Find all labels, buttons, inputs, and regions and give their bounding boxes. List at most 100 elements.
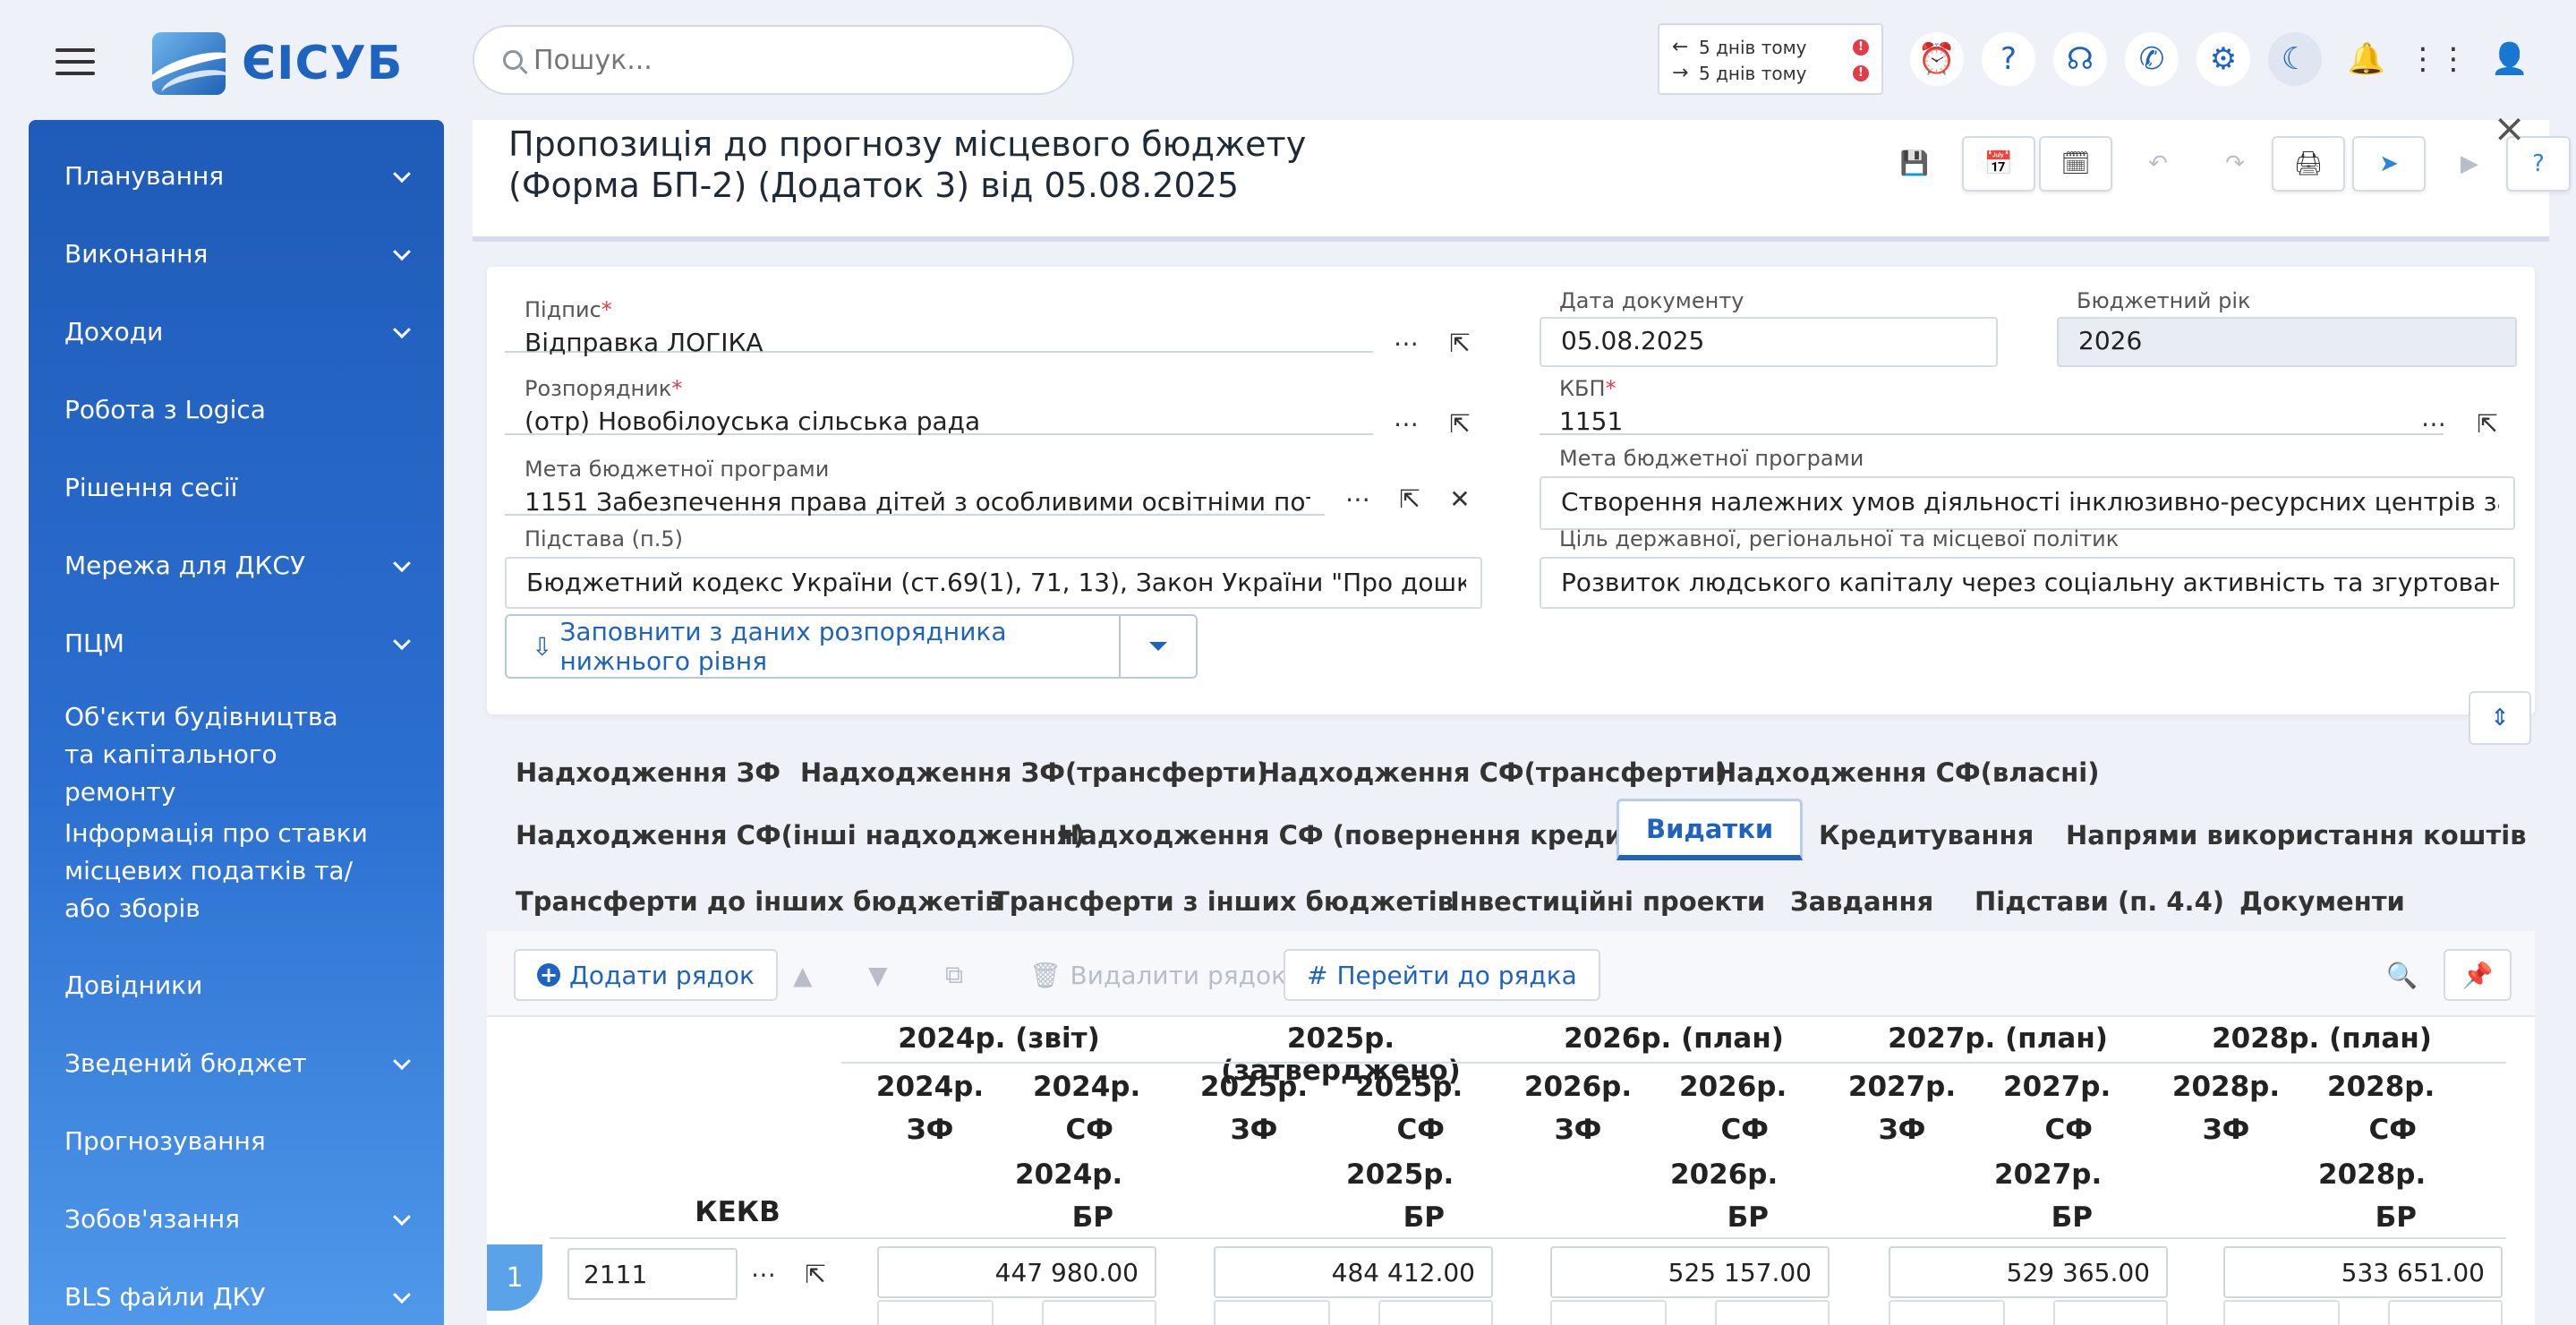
policy-goal-field[interactable]: Ціль державної, регіональної та місцевої… bbox=[1540, 526, 2515, 609]
move-down-icon[interactable]: ▼ bbox=[857, 949, 899, 1001]
phone-icon[interactable]: ✆ bbox=[2125, 32, 2179, 86]
tab-tasks[interactable]: Завдання bbox=[1790, 886, 1933, 917]
add-row-button[interactable]: + Додати рядок bbox=[514, 949, 778, 1001]
bell-icon[interactable]: 🔔 bbox=[2340, 32, 2393, 86]
sidebar-item-obligations[interactable]: Зобов'язання bbox=[29, 1201, 444, 1238]
sidebar-item-planning[interactable]: Планування bbox=[29, 158, 444, 195]
tab-basis-4-4[interactable]: Підстави (п. 4.4) bbox=[1975, 886, 2224, 917]
pin-icon[interactable]: 📌 bbox=[2444, 949, 2512, 1001]
total-2026-cell[interactable]: 525 157.00 bbox=[1550, 1246, 1830, 1298]
total-2024-cell[interactable]: 447 980.00 bbox=[877, 1246, 1156, 1298]
total-2028-cell[interactable]: 533 651.00 bbox=[2223, 1246, 2503, 1298]
sidebar-item-local-tax-rates[interactable]: Інформація про ставки місцевих податків … bbox=[29, 815, 444, 928]
copy-icon[interactable]: ⧉ bbox=[934, 949, 974, 1001]
user-icon[interactable]: 👤 bbox=[2483, 32, 2537, 86]
move-up-icon[interactable]: ▲ bbox=[782, 949, 823, 1001]
sub-cell[interactable] bbox=[1889, 1300, 2005, 1325]
tab-transfers-from[interactable]: Трансферти з інших бюджетів bbox=[992, 886, 1454, 917]
tab-fund-directions[interactable]: Напрями використання коштів bbox=[2066, 820, 2527, 851]
tab-revenue-zf[interactable]: Надходження ЗФ bbox=[516, 757, 780, 788]
sidebar-item-references[interactable]: Довідники bbox=[29, 967, 444, 1004]
tab-expenditures[interactable]: Видатки bbox=[1616, 799, 1804, 860]
manager-field[interactable]: Розпорядник* (отр) Новобілоуська сільськ… bbox=[505, 376, 1373, 436]
sidebar-item-forecasting[interactable]: Прогнозування bbox=[29, 1123, 444, 1160]
open-external-icon[interactable]: ⇱ bbox=[1386, 474, 1434, 523]
app-logo[interactable]: ЄІСУБ bbox=[152, 32, 403, 95]
alarm-clock-icon[interactable]: ⏰ bbox=[1910, 32, 1964, 86]
more-icon[interactable]: ⋯ bbox=[1334, 474, 1382, 523]
program-goal-left-field[interactable]: Мета бюджетної програми 1151 Забезпеченн… bbox=[505, 457, 1325, 517]
moon-icon[interactable]: ☾ bbox=[2268, 32, 2322, 86]
sub-cell[interactable] bbox=[1378, 1300, 1493, 1325]
total-2025-cell[interactable]: 484 412.00 bbox=[1214, 1246, 1493, 1298]
fill-from-subordinate-button[interactable]: ⇩ Заповнити з даних розпорядника нижнього… bbox=[505, 614, 1198, 679]
sidebar-item-revenue[interactable]: Доходи bbox=[29, 313, 444, 351]
program-goal-right-field[interactable]: Мета бюджетної програми Створення належн… bbox=[1540, 446, 2515, 530]
search-input[interactable] bbox=[533, 44, 1053, 76]
signature-field[interactable]: Підпис* Відправка ЛОГІКА bbox=[505, 297, 1373, 357]
sidebar-item-execution[interactable]: Виконання bbox=[29, 235, 444, 273]
tab-revenue-sf-loan-returns[interactable]: Надходження СФ (повернення кредитів) bbox=[1058, 820, 1675, 851]
kbp-field[interactable]: КБП* 1151 bbox=[1540, 376, 2444, 436]
more-icon[interactable]: ⋯ bbox=[2410, 399, 2458, 448]
calendar-done-icon[interactable]: 🗓 bbox=[2039, 136, 2112, 192]
header-bottom-divider bbox=[550, 1237, 2506, 1239]
tab-lending[interactable]: Кредитування bbox=[1819, 820, 2034, 851]
menu-icon[interactable] bbox=[55, 48, 95, 75]
sub-cell[interactable] bbox=[2053, 1300, 2168, 1325]
more-icon[interactable]: ⋯ bbox=[1382, 319, 1430, 367]
sub-cell[interactable] bbox=[877, 1300, 994, 1325]
print-icon[interactable]: 🖨 bbox=[2272, 136, 2345, 192]
doc-date-field[interactable]: Дата документу 05.08.2025 bbox=[1540, 288, 1998, 367]
fill-from-subordinate-main[interactable]: ⇩ Заповнити з даних розпорядника нижнього… bbox=[507, 616, 1121, 677]
total-2027-cell[interactable]: 529 365.00 bbox=[1889, 1246, 2168, 1298]
sidebar-item-logica[interactable]: Робота з Logica bbox=[29, 391, 444, 429]
more-icon[interactable]: ⋯ bbox=[1382, 399, 1430, 448]
sub-cell[interactable] bbox=[1042, 1300, 1156, 1325]
gear-icon[interactable]: ⚙ bbox=[2196, 32, 2250, 86]
sub-cell[interactable] bbox=[2388, 1300, 2503, 1325]
goto-row-button[interactable]: # Перейти до рядка bbox=[1284, 949, 1600, 1001]
delete-row-button[interactable]: 🗑 Видалити рядок bbox=[1019, 949, 1297, 1001]
save-icon[interactable]: 💾 bbox=[1881, 136, 1948, 192]
sidebar-item-session-decisions[interactable]: Рішення сесії bbox=[29, 469, 444, 507]
row-number[interactable]: 1 bbox=[487, 1244, 542, 1311]
sidebar-item-bls-files[interactable]: BLS файли ДКУ bbox=[29, 1278, 444, 1316]
expand-collapse-icon[interactable]: ⇕ bbox=[2469, 691, 2531, 745]
tab-transfers-to[interactable]: Трансферти до інших бюджетів bbox=[516, 886, 1002, 917]
tab-revenue-zf-transfers[interactable]: Надходження ЗФ(трансферти) bbox=[800, 757, 1268, 788]
tab-investment-projects[interactable]: Інвестиційні проекти bbox=[1450, 886, 1765, 917]
send-icon[interactable]: ➤ bbox=[2352, 136, 2426, 192]
basis-field[interactable]: Підстава (п.5) Бюджетний кодекс України … bbox=[505, 526, 1482, 609]
sync-status[interactable]: ← 5 днів тому ! → 5 днів тому ! bbox=[1658, 23, 1883, 95]
open-external-icon[interactable]: ⇱ bbox=[1436, 399, 1484, 448]
open-external-icon[interactable]: ⇱ bbox=[2463, 399, 2512, 448]
redo-icon[interactable]: ↷ bbox=[2202, 136, 2268, 192]
sub-cell[interactable] bbox=[1715, 1300, 1830, 1325]
clear-icon[interactable]: ✕ bbox=[1436, 474, 1484, 523]
kekv-input[interactable]: 2111 bbox=[567, 1248, 738, 1300]
sidebar-item-pcm[interactable]: ПЦМ bbox=[29, 625, 444, 662]
search-box[interactable] bbox=[473, 25, 1074, 95]
help-icon[interactable]: ? bbox=[1982, 32, 2035, 86]
tab-documents[interactable]: Документи bbox=[2239, 886, 2405, 917]
close-icon[interactable]: × bbox=[2493, 106, 2526, 151]
support-headset-icon[interactable]: ☊ bbox=[2053, 32, 2107, 86]
sub-cell[interactable] bbox=[1214, 1300, 1330, 1325]
tab-revenue-sf-own[interactable]: Надходження СФ(власні) bbox=[1715, 757, 2100, 788]
sidebar-item-consolidated-budget[interactable]: Зведений бюджет bbox=[29, 1045, 444, 1082]
sidebar-item-dksu-network[interactable]: Мережа для ДКСУ bbox=[29, 547, 444, 585]
tab-revenue-sf-other[interactable]: Надходження СФ(інші надходження) bbox=[516, 820, 1085, 851]
more-icon[interactable]: ⋯ bbox=[739, 1250, 788, 1298]
fill-dropdown-toggle[interactable] bbox=[1121, 616, 1196, 677]
sub-cell[interactable] bbox=[1550, 1300, 1667, 1325]
tab-revenue-sf-transfers[interactable]: Надходження СФ(трансферти) bbox=[1258, 757, 1727, 788]
apps-grid-icon[interactable]: ⋮⋮ bbox=[2408, 32, 2469, 86]
undo-icon[interactable]: ↶ bbox=[2125, 136, 2191, 192]
sidebar-item-construction-objects[interactable]: Об'єкти будівництва та капітального ремо… bbox=[29, 698, 444, 811]
open-external-icon[interactable]: ⇱ bbox=[791, 1250, 840, 1298]
calendar-check-icon[interactable]: 📅 bbox=[1962, 136, 2035, 192]
sub-cell[interactable] bbox=[2223, 1300, 2340, 1325]
zoom-icon[interactable]: 🔍 bbox=[2376, 949, 2428, 1001]
open-external-icon[interactable]: ⇱ bbox=[1436, 319, 1484, 367]
